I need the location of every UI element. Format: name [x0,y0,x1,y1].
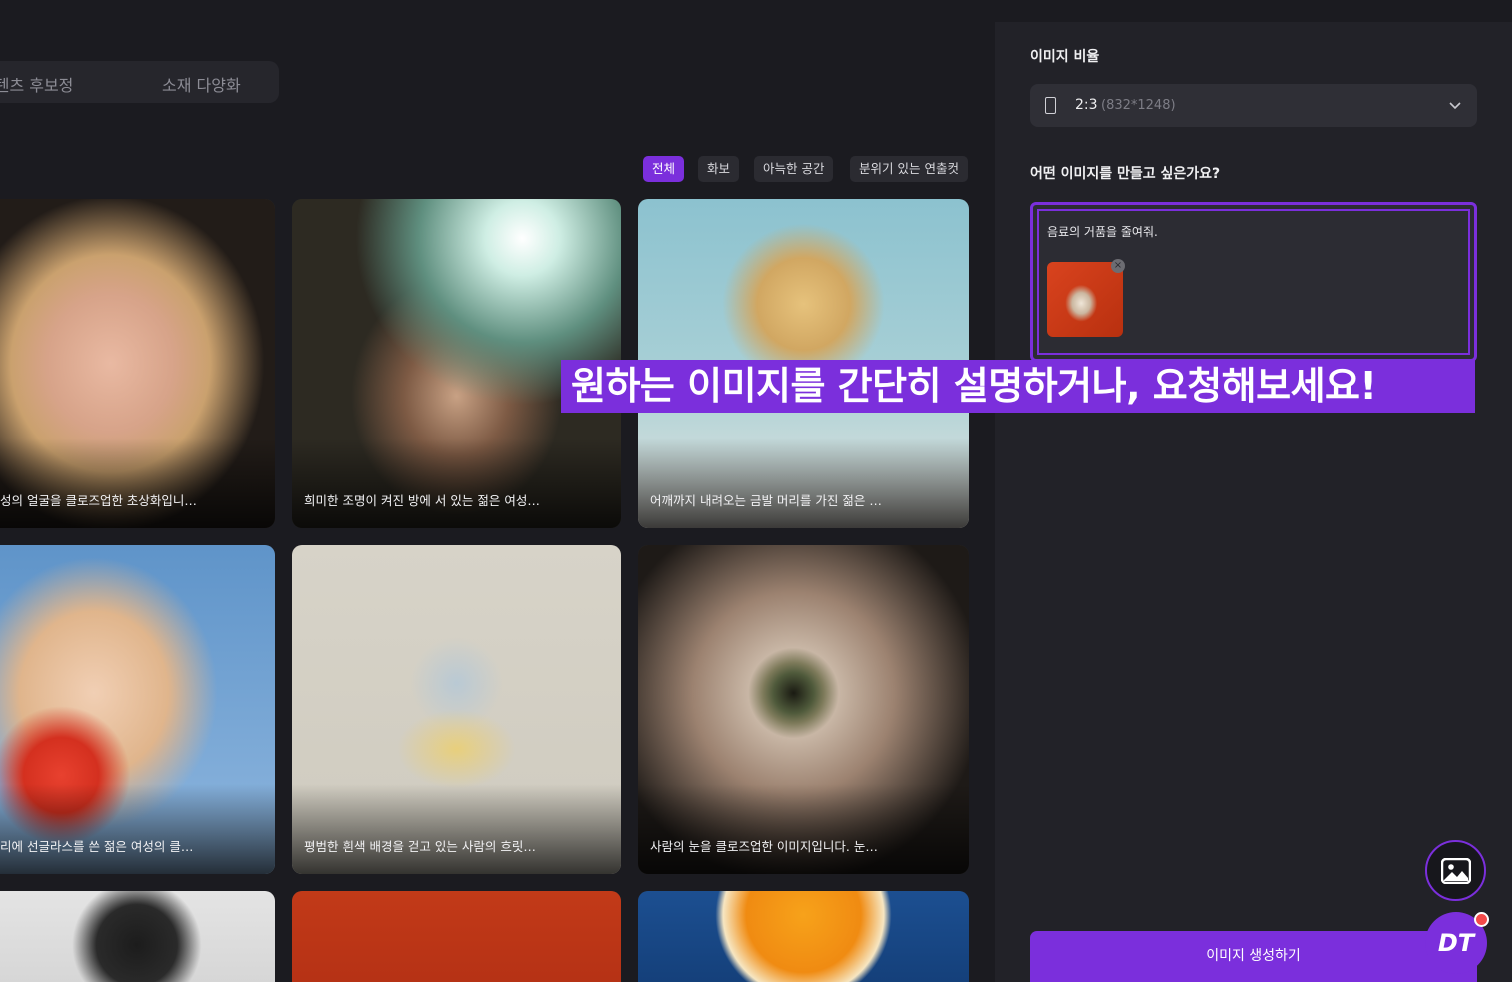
notification-dot [1474,912,1489,927]
gallery-card[interactable]: 리에 선글라스를 쓴 젊은 여성의 클… [0,545,275,874]
filter-chip-pictorial[interactable]: 화보 [698,156,740,182]
tab-content-retouch[interactable]: 콘텐츠 후보정 [0,72,73,96]
card-caption: 어깨까지 내려오는 금발 머리를 가진 젊은 … [650,493,882,508]
filter-chip-all[interactable]: 전체 [643,156,685,182]
prompt-input[interactable]: 음료의 거품을 줄여줘. × [1030,202,1477,362]
gallery-card[interactable]: 평범한 흰색 배경을 걷고 있는 사람의 흐릿… [292,545,621,874]
orange-slice-image [638,891,969,982]
gallery-card[interactable] [0,891,275,982]
ratio-label: 이미지 비율 [1030,49,1100,65]
dt-label: DT [1437,929,1475,957]
image-icon [1441,858,1471,884]
gallery-fab-button[interactable] [1425,840,1486,901]
prompt-label: 어떤 이미지를 만들고 싶은가요? [1030,166,1221,182]
ratio-select[interactable]: 2:3 (832*1248) [1030,84,1477,127]
filter-chip-mood-shot[interactable]: 분위기 있는 연출컷 [850,156,968,182]
gallery-card[interactable] [638,891,969,982]
tab-material-diversify[interactable]: 소재 다양화 [162,72,241,96]
attached-image-thumbnail[interactable] [1047,262,1123,337]
gallery-card[interactable]: 성의 얼굴을 클로즈업한 초상화입니… [0,199,275,528]
card-caption: 사람의 눈을 클로즈업한 이미지입니다. 눈… [650,839,878,854]
remove-image-icon[interactable]: × [1111,259,1125,273]
chevron-down-icon [1449,102,1461,110]
card-caption: 리에 선글라스를 쓴 젊은 여성의 클… [0,839,194,854]
gallery-card[interactable] [292,891,621,982]
portrait-ratio-icon [1045,97,1056,114]
gallery-card[interactable]: 사람의 눈을 클로즈업한 이미지입니다. 눈… [638,545,969,874]
cat-helmet-image [0,891,275,982]
generate-image-button[interactable]: 이미지 생성하기 [1030,931,1477,982]
card-caption: 성의 얼굴을 클로즈업한 초상화입니… [0,493,197,508]
prompt-text: 음료의 거품을 줄여줘. [1047,225,1158,239]
card-caption: 평범한 흰색 배경을 걷고 있는 사람의 흐릿… [304,839,536,854]
filter-chip-cozy-space[interactable]: 아늑한 공간 [754,156,834,182]
ratio-value: 2:3 [1075,97,1098,113]
settings-panel: 이미지 비율 2:3 (832*1248) 어떤 이미지를 만들고 싶은가요? … [995,22,1512,982]
dt-assistant-button[interactable]: DT [1425,912,1489,974]
instruction-banner: 원하는 이미지를 간단히 설명하거나, 요청해보세요! [561,360,1475,413]
mode-tabs: 콘텐츠 후보정 소재 다양화 [0,61,279,103]
card-caption: 희미한 조명이 켜진 방에 서 있는 젊은 여성… [304,493,540,508]
red-background-image [292,891,621,982]
ratio-dims: (832*1248) [1101,98,1176,113]
